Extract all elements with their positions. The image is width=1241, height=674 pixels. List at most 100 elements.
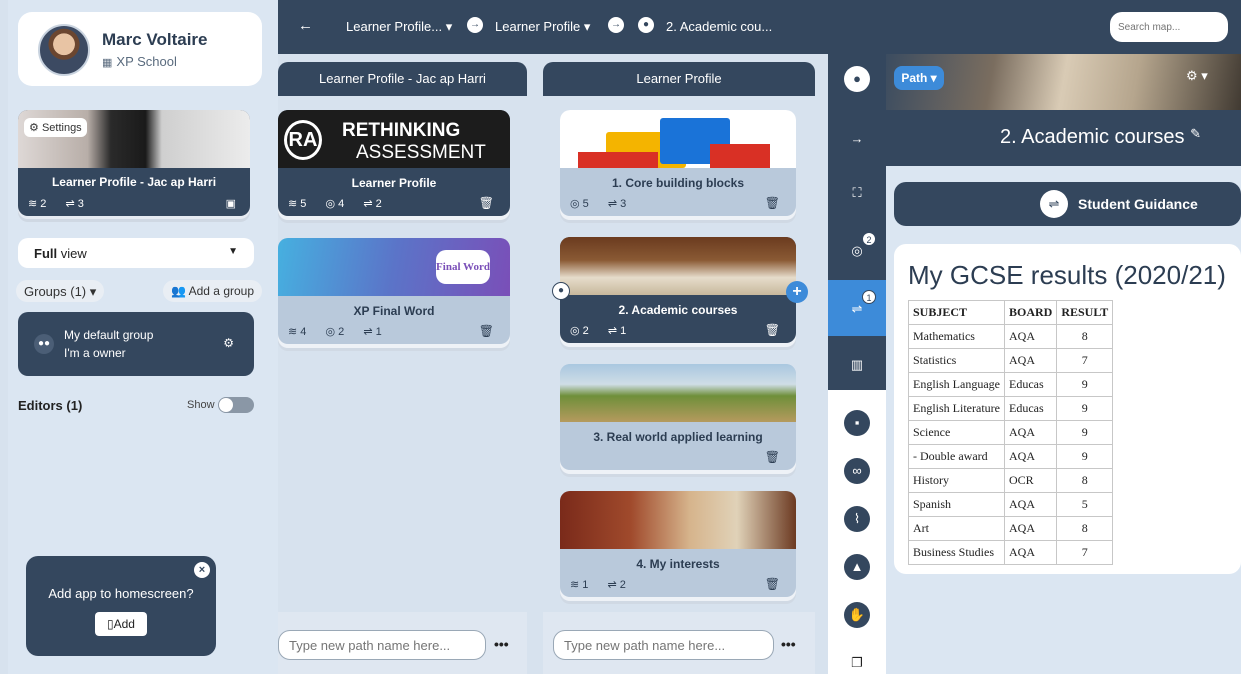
- users-icon: ●●: [34, 334, 54, 354]
- card-image: [560, 237, 796, 295]
- card-core-building-blocks[interactable]: 1. Core building blocks ◎ 5 ⇌ 3 🗑: [560, 110, 796, 216]
- card-stats: ◎ 5 ⇌ 3: [570, 197, 642, 210]
- editors-toggle[interactable]: [218, 397, 254, 413]
- view-select[interactable]: Full view ▼: [18, 238, 254, 268]
- card-image: Final Word: [278, 238, 510, 296]
- back-arrow-icon[interactable]: ←: [298, 17, 313, 34]
- sidebar: Marc Voltaire ▦ XP School ⚙ Settings Lear…: [8, 0, 278, 674]
- expand-icon[interactable]: ⛶: [844, 180, 870, 206]
- header-result: RESULT: [1056, 300, 1114, 325]
- target-icon: ◎ 2: [325, 326, 345, 338]
- table-row: Art AQA 8: [908, 516, 1114, 541]
- learner-profile-stats: ≋ 2 ⇌ 3: [28, 197, 100, 210]
- group-role: I'm a owner: [64, 346, 126, 360]
- book-icon[interactable]: ▥: [844, 352, 870, 378]
- more-options-icon[interactable]: •••: [494, 636, 509, 652]
- profile-card[interactable]: Marc Voltaire ▦ XP School: [18, 12, 262, 86]
- badge: 2: [862, 232, 876, 246]
- trash-icon[interactable]: 🗑: [479, 324, 494, 338]
- strip-top: [828, 54, 886, 390]
- table-row: Mathematics AQA 8: [908, 324, 1114, 349]
- map-pin-icon[interactable]: ●: [552, 282, 570, 300]
- card-academic-courses[interactable]: 2. Academic courses ◎ 2 ⇌ 1 🗑: [560, 237, 796, 343]
- ra-logo: RA: [284, 120, 322, 160]
- show-label: Show: [187, 399, 215, 411]
- edit-icon[interactable]: ✎: [1190, 126, 1201, 141]
- card-my-interests[interactable]: 4. My interests ≋ 1 ⇌ 2 🗑: [560, 491, 796, 597]
- layers-icon: ≋ 4: [288, 326, 307, 338]
- card-learner-profile[interactable]: RA RETHINKING ASSESSMENT Learner Profile…: [278, 110, 510, 216]
- table-header-row: SUBJECT BOARD RESULT: [908, 300, 1114, 325]
- add-group-button[interactable]: 👥 Add a group: [163, 280, 263, 302]
- learner-profile-title: Learner Profile - Jac ap Harri: [51, 175, 217, 189]
- paperclip-icon[interactable]: ⌇: [844, 506, 870, 532]
- caret-down-icon: ▾: [89, 284, 97, 299]
- path-button[interactable]: Path ▾: [894, 66, 944, 90]
- breadcrumb-3[interactable]: 2. Academic cou...: [666, 19, 772, 34]
- link-icon[interactable]: ∞: [844, 458, 870, 484]
- breadcrumb-1[interactable]: Learner Profile... ▾: [346, 19, 452, 35]
- copy-icon[interactable]: ❐: [844, 650, 870, 674]
- map-pin-icon[interactable]: ●: [844, 66, 870, 92]
- trash-icon[interactable]: 🗑: [765, 323, 780, 337]
- arrow-right-icon[interactable]: →: [844, 126, 870, 152]
- groups-dropdown[interactable]: Groups (1) ▾: [16, 280, 105, 302]
- page-title: 2. Academic courses ✎: [1000, 126, 1201, 148]
- add-icon[interactable]: +: [786, 281, 808, 303]
- settings-button[interactable]: ⚙ Settings: [24, 118, 87, 137]
- top-bar: ← Learner Profile... ▾ → Learner Profile…: [278, 0, 1241, 54]
- table-row: Science AQA 9: [908, 420, 1114, 445]
- results-table: SUBJECT BOARD RESULT Mathematics AQA 8 Sta…: [908, 300, 1114, 565]
- title-bar: 2. Academic courses ✎: [886, 110, 1241, 166]
- gear-icon: ⚙: [29, 122, 39, 134]
- card-stats: ≋ 4 ◎ 2 ⇌ 1: [288, 325, 398, 338]
- guidance-label: Student Guidance: [1078, 196, 1198, 212]
- card-real-world-applied-learning[interactable]: 3. Real world applied learning 🗑: [560, 364, 796, 470]
- table-row: English Literature Educas 9: [908, 396, 1114, 421]
- drive-icon[interactable]: ▲: [844, 554, 870, 580]
- close-icon[interactable]: ×: [194, 562, 210, 578]
- search-input[interactable]: [1110, 12, 1228, 42]
- add-app-button[interactable]: ▯Add: [95, 612, 147, 636]
- signpost-icon: ⇌ 3: [65, 198, 84, 210]
- trash-icon[interactable]: 🗑: [479, 196, 494, 210]
- more-options-icon[interactable]: •••: [781, 636, 796, 652]
- avatar: [38, 24, 90, 76]
- learner-profile-card[interactable]: ⚙ Settings Learner Profile - Jac ap Harr…: [18, 110, 250, 216]
- gear-icon[interactable]: ⚙ ▾: [1186, 68, 1208, 84]
- card-title: Learner Profile: [351, 176, 437, 190]
- table-row: English Language Educas 9: [908, 372, 1114, 397]
- table-row: - Double award AQA 9: [908, 444, 1114, 469]
- breadcrumb-2[interactable]: Learner Profile ▾: [495, 19, 590, 35]
- student-guidance-button[interactable]: ⇌ Student Guidance: [894, 182, 1241, 226]
- gear-icon[interactable]: ⚙: [223, 336, 234, 350]
- detail-panel: Path ▾ ⚙ ▾ 2. Academic courses ✎ ⇌ Stude…: [886, 54, 1241, 674]
- column-footer: •••: [543, 612, 815, 674]
- trash-icon[interactable]: 🗑: [765, 577, 780, 591]
- clipboard-check-icon[interactable]: ▣: [226, 197, 236, 210]
- sticky-note-icon[interactable]: ▪: [844, 410, 870, 436]
- table-row: History OCR 8: [908, 468, 1114, 493]
- column-footer: •••: [278, 612, 527, 674]
- card-stats: ≋ 1 ⇌ 2: [570, 578, 642, 591]
- trash-icon[interactable]: 🗑: [765, 196, 780, 210]
- trash-icon[interactable]: 🗑: [765, 450, 780, 464]
- card-image: [560, 110, 796, 168]
- column-learner-profile: Learner Profile 1. Core building blocks …: [543, 62, 815, 674]
- hand-icon[interactable]: ✋: [844, 602, 870, 628]
- card-xp-final-word[interactable]: Final Word XP Final Word ≋ 4 ◎ 2 ⇌ 1 🗑: [278, 238, 510, 344]
- column-header: Learner Profile - Jac ap Harri: [278, 62, 527, 96]
- header-subject: SUBJECT: [908, 300, 1005, 325]
- new-path-input[interactable]: [278, 630, 486, 660]
- group-card[interactable]: ●● My default group I'm a owner ⚙: [18, 312, 254, 376]
- table-row: Spanish AQA 5: [908, 492, 1114, 517]
- card-title: 3. Real world applied learning: [593, 430, 763, 444]
- signpost-icon: ⇌ 1: [607, 325, 627, 337]
- layers-icon: ≋ 2: [28, 198, 47, 210]
- card-title: XP Final Word: [353, 304, 435, 318]
- new-path-input[interactable]: [553, 630, 774, 660]
- homescreen-prompt: × Add app to homescreen? ▯Add: [26, 556, 216, 656]
- arrow-right-icon: →: [608, 17, 624, 33]
- editors-label: Editors (1): [18, 398, 83, 413]
- column-header: Learner Profile: [543, 62, 815, 96]
